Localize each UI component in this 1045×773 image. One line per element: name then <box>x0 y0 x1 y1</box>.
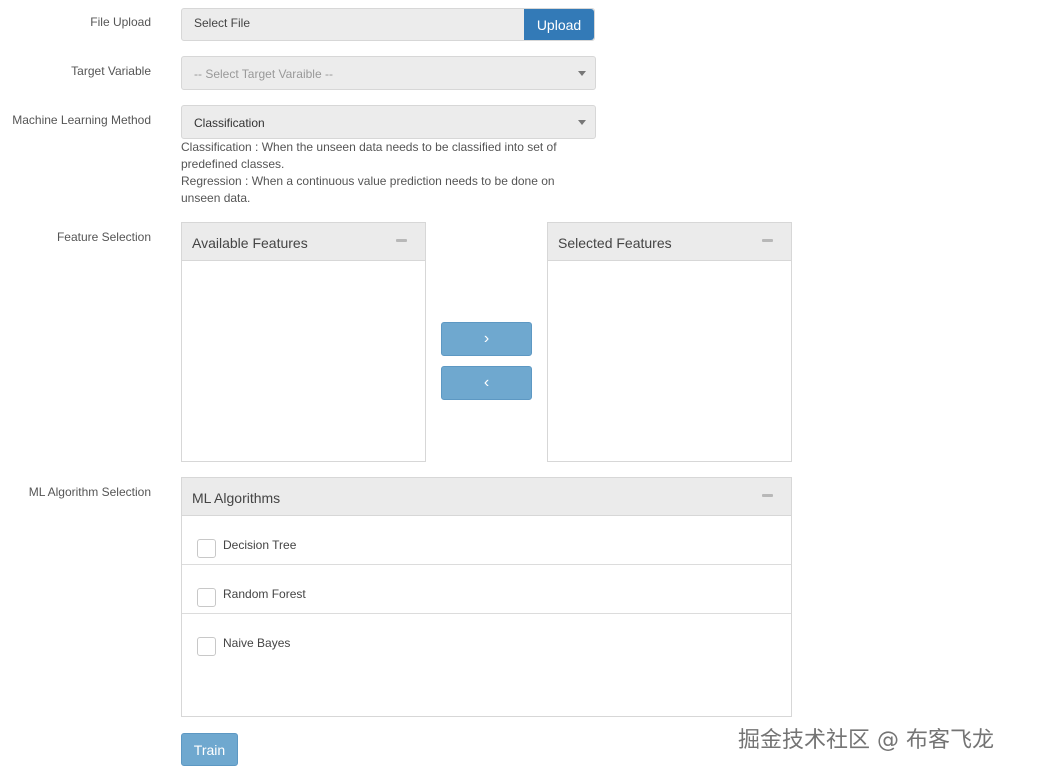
available-features-header: Available Features <box>182 223 425 261</box>
file-upload-label: File Upload <box>90 15 151 29</box>
ml-algorithm-selection-label: ML Algorithm Selection <box>28 485 151 499</box>
naive-bayes-checkbox[interactable] <box>197 637 216 656</box>
ml-method-label: Machine Learning Method <box>12 113 151 127</box>
list-item-decision-tree[interactable]: Decision Tree <box>182 516 791 565</box>
available-features-panel: Available Features <box>181 222 426 462</box>
chevron-down-icon <box>578 71 586 76</box>
selected-features-panel: Selected Features <box>547 222 792 462</box>
ml-algorithms-header: ML Algorithms <box>182 478 791 516</box>
upload-button[interactable]: Upload <box>524 9 594 40</box>
target-variable-value: -- Select Target Varaible -- <box>194 67 333 81</box>
file-upload-field[interactable]: Select File Upload <box>181 8 595 41</box>
ml-method-value: Classification <box>194 116 265 130</box>
ml-algorithms-title: ML Algorithms <box>192 490 281 506</box>
list-item-random-forest[interactable]: Random Forest <box>182 565 791 614</box>
available-features-list[interactable] <box>182 261 425 461</box>
random-forest-label: Random Forest <box>223 587 306 601</box>
ml-algorithms-panel: ML Algorithms Decision Tree Random Fores… <box>181 477 792 717</box>
ml-method-select[interactable]: Classification <box>181 105 596 139</box>
target-variable-select[interactable]: -- Select Target Varaible -- <box>181 56 596 90</box>
chevron-down-icon <box>578 120 586 125</box>
file-placeholder: Select File <box>194 16 251 30</box>
minus-icon[interactable] <box>396 239 407 242</box>
watermark: 掘金技术社区 @ 布客飞龙 <box>738 728 994 753</box>
move-right-button[interactable]: › <box>441 322 532 356</box>
random-forest-checkbox[interactable] <box>197 588 216 607</box>
minus-icon[interactable] <box>762 494 773 497</box>
ml-algorithms-list: Decision Tree Random Forest Naive Bayes <box>182 516 791 716</box>
minus-icon[interactable] <box>762 239 773 242</box>
selected-features-title: Selected Features <box>558 235 672 251</box>
list-item-naive-bayes[interactable]: Naive Bayes <box>182 614 791 663</box>
selected-features-list[interactable] <box>548 261 791 461</box>
selected-features-header: Selected Features <box>548 223 791 261</box>
naive-bayes-label: Naive Bayes <box>223 636 291 650</box>
target-variable-label: Target Variable <box>71 64 151 78</box>
help-regression: Regression : When a continuous value pre… <box>181 174 555 205</box>
decision-tree-label: Decision Tree <box>223 538 297 552</box>
help-classification: Classification : When the unseen data ne… <box>181 140 557 171</box>
move-left-button[interactable]: ‹ <box>441 366 532 400</box>
available-features-title: Available Features <box>192 235 308 251</box>
ml-method-help: Classification : When the unseen data ne… <box>181 139 581 207</box>
decision-tree-checkbox[interactable] <box>197 539 216 558</box>
feature-selection-label: Feature Selection <box>56 230 151 244</box>
train-button[interactable]: Train <box>181 733 238 766</box>
